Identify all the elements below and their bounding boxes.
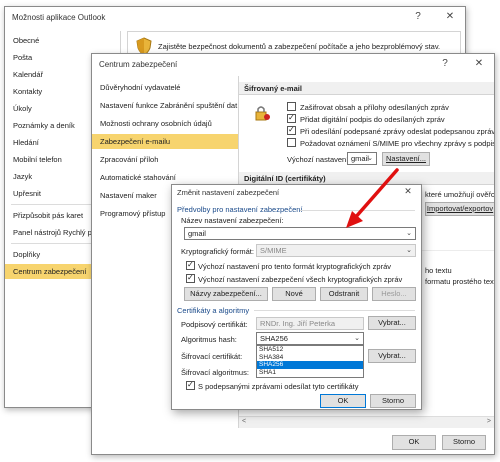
settings-button[interactable]: Nastavení...	[382, 152, 430, 166]
hash-option-sha1[interactable]: SHA1	[257, 369, 363, 377]
prefs-group-line	[300, 210, 415, 211]
titlebar: Centrum zabezpečení ? ✕	[92, 54, 494, 76]
new-button[interactable]: Nové	[272, 287, 316, 301]
default-format-label: Výchozí nastavení pro tento formát krypt…	[198, 262, 392, 271]
sidebar-item-publishers[interactable]: Důvěryhodní vydavatelé	[92, 80, 238, 95]
prefs-group-label: Předvolby pro nastavení zabezpečení	[177, 205, 303, 214]
lock-cert-icon	[253, 104, 271, 124]
encrypt-checkbox[interactable]	[287, 102, 296, 111]
choose-encryption-cert-button[interactable]: Vybrat...	[368, 349, 416, 363]
window-title: Možnosti aplikace Outlook	[12, 13, 106, 22]
scroll-left-icon[interactable]: <	[242, 418, 246, 425]
certs-group-label: Certifikáty a algoritmy	[177, 306, 250, 315]
banner-text: Zajistěte bezpečnost dokumentů a zabezpe…	[158, 42, 441, 51]
dialog-title: Změnit nastavení zabezpečení	[177, 188, 280, 197]
smime-receipt-checkbox[interactable]	[287, 138, 296, 147]
horizontal-scrollbar[interactable]: < >	[239, 416, 494, 428]
titlebar: Změnit nastavení zabezpečení ✕	[172, 185, 421, 201]
titlebar: Možnosti aplikace Outlook ? ✕	[5, 7, 465, 29]
hash-option-sha512[interactable]: SHA512	[257, 346, 363, 354]
help-button[interactable]: ?	[411, 11, 425, 22]
signing-cert-field[interactable]: RNDr. Ing. Jiří Peterka	[256, 317, 364, 330]
hash-option-sha256[interactable]: SHA256	[257, 361, 363, 370]
default-format-checkbox[interactable]	[186, 260, 195, 270]
chevron-down-icon: ⌄	[406, 230, 412, 237]
close-button[interactable]: ✕	[401, 186, 415, 197]
sidebar-item-auto-download[interactable]: Automatické stahování	[92, 170, 238, 185]
scroll-right-icon[interactable]: >	[487, 418, 491, 425]
default-all-checkbox[interactable]	[186, 273, 195, 283]
sign-label: Přidat digitální podpis do odesílaných z…	[300, 115, 445, 124]
clear-text-checkbox[interactable]	[287, 125, 296, 135]
sign-checkbox[interactable]	[287, 113, 296, 123]
encryption-algorithm-label: Šifrovací algoritmus:	[181, 368, 249, 377]
encryption-cert-label: Šifrovací certifikát:	[181, 352, 243, 361]
cancel-button[interactable]: Storno	[442, 435, 486, 450]
chevron-down-icon: ⌄	[354, 335, 360, 342]
security-labels-button[interactable]: Názvy zabezpečení...	[184, 287, 268, 301]
smime-receipt-label: Požadovat oznámení S/MIME pro všechny zp…	[300, 139, 494, 148]
clear-text-label: Při odesílání podepsané zprávy odeslat p…	[300, 127, 494, 136]
import-export-button[interactable]: Importovat/exportov	[425, 202, 494, 216]
plain-text-label: ho textu	[425, 266, 452, 275]
crypto-format-select[interactable]: S/MIME ⌄	[256, 244, 416, 257]
cancel-button[interactable]: Storno	[370, 394, 416, 408]
encrypt-label: Zašifrovat obsah a přílohy odesílaných z…	[300, 103, 449, 112]
ok-button[interactable]: OK	[320, 394, 366, 408]
digital-id-text: které umožňují ověřova	[425, 190, 494, 199]
sidebar-item-dep[interactable]: Nastavení funkce Zabránění spuštění dat	[92, 98, 238, 113]
chevron-down-icon: ⌄	[406, 247, 412, 254]
sidebar-item-general[interactable]: Obecné	[5, 33, 120, 48]
delete-button[interactable]: Odstranit	[320, 287, 368, 301]
sidebar-item-email-security[interactable]: Zabezpečení e-mailu	[92, 134, 238, 149]
close-button[interactable]: ✕	[443, 11, 457, 22]
change-security-dialog: Změnit nastavení zabezpečení ✕ Předvolby…	[171, 184, 422, 410]
choose-signing-cert-button[interactable]: Vybrat...	[368, 316, 416, 330]
password-button[interactable]: Heslo...	[372, 287, 416, 301]
send-certs-label: S podepsanými zprávami odesílat tyto cer…	[198, 382, 359, 391]
hash-algorithm-label: Algoritmus hash:	[181, 335, 237, 344]
hash-options-list: SHA512 SHA384 SHA256 SHA1	[256, 345, 364, 378]
crypto-format-label: Kryptografický formát:	[181, 247, 254, 256]
ok-button[interactable]: OK	[392, 435, 436, 450]
security-name-combo[interactable]: gmail ⌄	[184, 227, 416, 240]
window-title: Centrum zabezpečení	[99, 60, 178, 69]
plain-text-sub: formatu prostého text	[425, 277, 494, 286]
chevron-down-icon: ⌄	[367, 155, 373, 162]
hash-option-sha384[interactable]: SHA384	[257, 354, 363, 362]
help-button[interactable]: ?	[438, 58, 452, 69]
sidebar-item-privacy[interactable]: Možnosti ochrany osobních údajů	[92, 116, 238, 131]
certs-group-line	[254, 310, 415, 311]
hash-algorithm-select[interactable]: SHA256 ⌄	[256, 332, 364, 345]
default-all-label: Výchozí nastavení zabezpečení všech kryp…	[198, 275, 403, 284]
sidebar-item-attachments[interactable]: Zpracování příloh	[92, 152, 238, 167]
default-setting-select[interactable]: gmail ⌄	[347, 152, 377, 165]
send-certs-checkbox[interactable]	[186, 380, 195, 390]
close-button[interactable]: ✕	[472, 58, 486, 69]
signing-cert-label: Podpisový certifikát:	[181, 320, 248, 329]
encrypted-email-header: Šifrovaný e-mail	[239, 82, 494, 95]
default-setting-label: Výchozí nastavení:	[287, 155, 351, 164]
name-label: Název nastavení zabezpečení:	[181, 216, 284, 225]
